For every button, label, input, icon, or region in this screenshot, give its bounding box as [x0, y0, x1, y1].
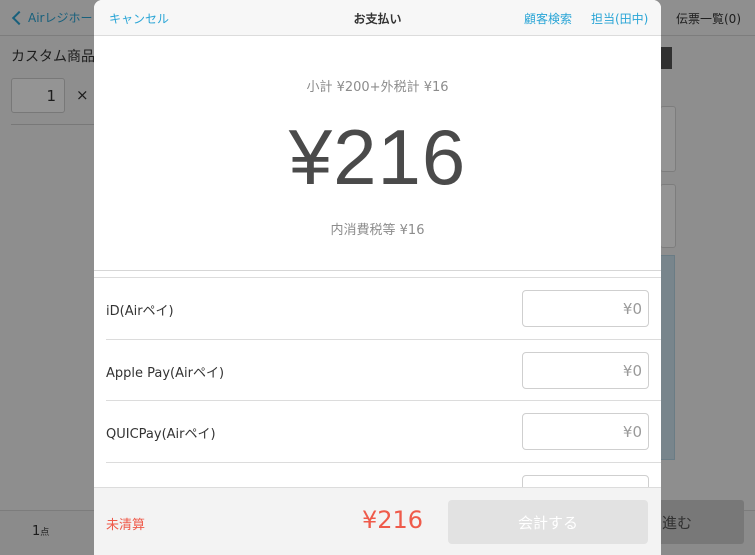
list-divider — [94, 270, 661, 271]
total-amount: ¥216 — [288, 113, 467, 201]
payment-method-label: iD(Airペイ) — [106, 304, 174, 319]
payment-method-row: ¥0 — [94, 463, 661, 487]
tax-text: 内消費税等 ¥16 — [330, 223, 425, 238]
payment-method-list[interactable]: iD(Airペイ) ¥0 Apple Pay(Airペイ) ¥0 QUICPay… — [94, 277, 661, 487]
payment-amount-input[interactable]: ¥0 — [522, 351, 649, 389]
payment-method-row: QUICPay(Airペイ) ¥0 — [94, 401, 661, 463]
payment-amount-input[interactable]: ¥0 — [522, 474, 649, 487]
payment-method-label: QUICPay(Airペイ) — [106, 427, 216, 442]
modal-footer: 未清算 ¥216 会計する — [94, 487, 661, 555]
payment-method-row: iD(Airペイ) ¥0 — [94, 278, 661, 340]
staff-select-button[interactable]: 担当(田中) — [591, 10, 648, 27]
modal-header: キャンセル お支払い 顧客検索 担当(田中) — [94, 0, 661, 36]
due-amount: ¥216 — [362, 506, 424, 534]
subtotal-text: 小計 ¥200+外税計 ¥16 — [306, 80, 449, 95]
payment-amount-input[interactable]: ¥0 — [522, 290, 649, 327]
customer-search-button[interactable]: 顧客検索 — [524, 10, 572, 27]
modal-title: お支払い — [353, 12, 402, 26]
payment-method-row: Apple Pay(Airペイ) ¥0 — [94, 340, 661, 401]
checkout-button[interactable]: 会計する — [448, 500, 648, 544]
payment-modal: キャンセル お支払い 顧客検索 担当(田中) 小計 ¥200+外税計 ¥16 ¥… — [94, 0, 661, 555]
payment-amount-input[interactable]: ¥0 — [522, 413, 649, 450]
payment-method-label: Apple Pay(Airペイ) — [106, 365, 225, 381]
unpaid-label: 未清算 — [106, 518, 146, 533]
